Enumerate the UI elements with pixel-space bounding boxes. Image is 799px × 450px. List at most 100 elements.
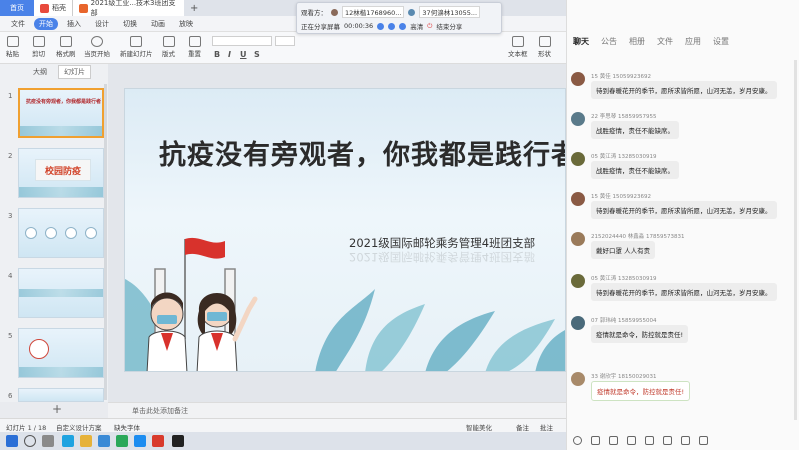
slide-thumbnail-1[interactable]: 抗疫没有旁观者，你我都是践行者 — [18, 88, 104, 138]
menu-insert[interactable]: 插入 — [62, 18, 86, 30]
slide-thumbnail-3[interactable] — [18, 208, 104, 258]
tab-chat[interactable]: 聊天 — [573, 36, 589, 52]
wechat-icon[interactable] — [116, 435, 128, 447]
strikethrough-icon[interactable]: S — [254, 50, 260, 59]
from-current-button[interactable]: 当页开始 — [84, 36, 110, 58]
add-slide-icon[interactable]: + — [52, 402, 62, 416]
tab-files[interactable]: 文件 — [657, 36, 673, 52]
menu-home[interactable]: 开始 — [34, 17, 58, 30]
tab-album[interactable]: 相册 — [629, 36, 645, 52]
no-entry-icon — [29, 339, 49, 359]
microphone-icon[interactable] — [377, 22, 385, 30]
leaves-decoration — [20, 126, 102, 136]
slide-number: 6 — [8, 392, 13, 400]
windows-start-icon[interactable] — [6, 435, 18, 447]
avatar[interactable] — [571, 72, 585, 86]
design-scheme[interactable]: 自定义设计方案 — [56, 422, 102, 432]
viewer-2[interactable]: 37何濞林13055... — [419, 6, 481, 18]
avatar[interactable] — [571, 316, 585, 330]
more-icon[interactable] — [699, 435, 708, 445]
task-view-icon[interactable] — [42, 435, 54, 447]
slide-number: 3 — [8, 212, 13, 220]
panel-scrollbar[interactable] — [104, 84, 107, 400]
end-share-button[interactable]: 结束分享 — [436, 21, 462, 31]
chat-tabs: 聊天 公告 相册 文件 应用 设置 — [567, 36, 799, 52]
notes-placeholder[interactable]: 单击此处添加备注 — [132, 406, 188, 416]
menu-transition[interactable]: 切换 — [118, 18, 142, 30]
image-icon[interactable] — [645, 435, 654, 445]
windows-taskbar — [0, 432, 566, 450]
tab-settings[interactable]: 设置 — [713, 36, 729, 52]
slide-thumbnail-4[interactable] — [18, 268, 104, 318]
paste-button[interactable]: 粘贴 — [6, 36, 19, 58]
missing-font[interactable]: 缺失字体 — [114, 422, 140, 432]
leaves-illustration — [125, 279, 565, 371]
sender-name: 33 谢欣宇 18150029031 — [591, 374, 657, 380]
textbox-button[interactable]: 文本框 — [508, 36, 528, 58]
thumb-banner: 校园防疫 — [35, 159, 91, 181]
menu-design[interactable]: 设计 — [90, 18, 114, 30]
docer-tab[interactable]: 稻壳 — [34, 0, 72, 16]
reset-button[interactable]: 重置 — [188, 36, 201, 58]
smart-beautify[interactable]: 智能美化 — [466, 422, 492, 432]
search-icon[interactable] — [24, 435, 36, 447]
slide-thumbnail-6[interactable] — [18, 388, 104, 402]
shape-button[interactable]: 形状 — [538, 36, 551, 58]
font-size-select[interactable] — [275, 36, 295, 46]
avatar[interactable] — [571, 372, 585, 386]
menu-file[interactable]: 文件 — [6, 18, 30, 30]
gif-icon[interactable] — [591, 435, 600, 445]
notes-toggle[interactable]: 备注 — [516, 422, 529, 432]
emoji-icon[interactable] — [573, 435, 582, 445]
monitor-icon[interactable] — [399, 22, 407, 30]
tab-announcement[interactable]: 公告 — [601, 36, 617, 52]
format-painter-button[interactable]: 格式刷 — [56, 36, 76, 58]
screen-share-banner: 观看方： 12林楷1768960... 37何濞林13055... 正在分享屏幕… — [296, 2, 502, 34]
comment-toggle[interactable]: 批注 — [540, 422, 553, 432]
font-name-select[interactable] — [212, 36, 272, 46]
qq-icon[interactable] — [134, 435, 146, 447]
slide-thumbnail-5[interactable] — [18, 328, 104, 378]
store-icon[interactable] — [98, 435, 110, 447]
sender-name: 07 郭玮纯 15859955004 — [591, 318, 657, 324]
tab-outline[interactable]: 大纲 — [28, 66, 52, 78]
new-tab-icon[interactable]: + — [184, 3, 204, 14]
chat-scrollbar[interactable] — [794, 60, 797, 420]
tab-apps[interactable]: 应用 — [685, 36, 701, 52]
viewer-1[interactable]: 12林楷1768960... — [342, 6, 405, 18]
tab-slides[interactable]: 幻灯片 — [58, 65, 91, 79]
italic-icon[interactable]: I — [228, 50, 231, 59]
avatar[interactable] — [571, 192, 585, 206]
slide-thumbnail-2[interactable]: 校园防疫 — [18, 148, 104, 198]
edge-icon[interactable] — [62, 435, 74, 447]
thumb-title: 抗疫没有旁观者，你我都是践行者 — [26, 99, 102, 105]
cut-button[interactable]: 剪切 — [32, 36, 45, 58]
bold-icon[interactable]: B — [214, 50, 220, 59]
avatar[interactable] — [571, 112, 585, 126]
avatar[interactable] — [571, 152, 585, 166]
notes-bar[interactable]: 单击此处添加备注 — [108, 402, 566, 418]
menu-slideshow[interactable]: 放映 — [174, 18, 198, 30]
chat-record-icon[interactable] — [681, 435, 690, 445]
microphone-icon[interactable] — [663, 435, 672, 445]
ppt-file-icon — [79, 3, 88, 13]
folder-icon[interactable] — [80, 435, 92, 447]
underline-icon[interactable]: U — [240, 50, 247, 59]
group-chat-panel: 聊天 公告 相册 文件 应用 设置 15 黄佳 15059923692 待到春暖… — [566, 0, 799, 450]
chat-input-toolbar — [567, 430, 799, 450]
speaker-icon[interactable] — [388, 22, 396, 30]
layout-button[interactable]: 版式 — [162, 36, 175, 58]
new-slide-button[interactable]: 新建幻灯片 — [120, 36, 153, 58]
home-tab[interactable]: 首页 — [0, 0, 34, 16]
wps-icon[interactable] — [152, 435, 164, 447]
menu-animation[interactable]: 动画 — [146, 18, 170, 30]
new-slide-icon — [130, 36, 143, 47]
avatar[interactable] — [571, 232, 585, 246]
hd-toggle[interactable]: 高清 — [410, 21, 423, 31]
document-tab[interactable]: 2021级工业...技术3班团支部 — [72, 0, 184, 17]
current-slide[interactable]: 抗疫没有旁观者，你我都是践行者 2021级国际邮轮乘务管理4班团支部 2021级… — [124, 88, 566, 372]
avatar[interactable] — [571, 274, 585, 288]
scissors-icon[interactable] — [609, 435, 618, 445]
tiktok-icon[interactable] — [172, 435, 184, 447]
folder-icon[interactable] — [627, 435, 636, 445]
